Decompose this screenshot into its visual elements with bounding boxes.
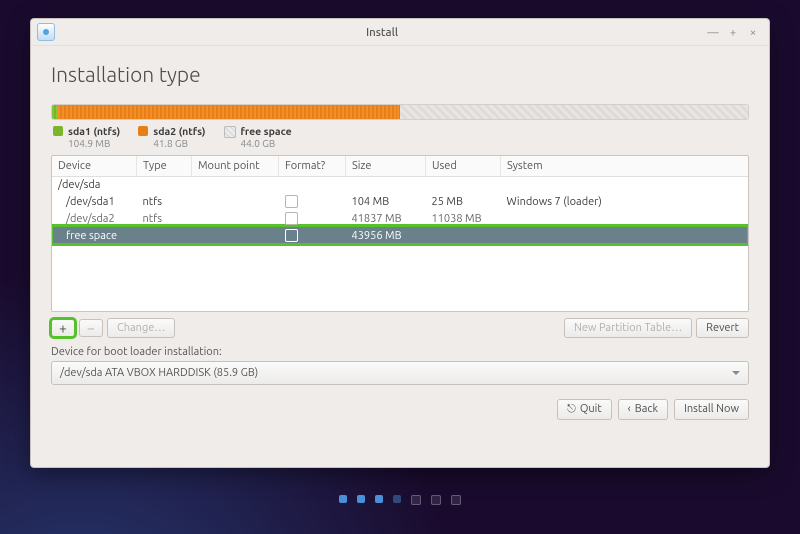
cell-device: /dev/sda2 (52, 210, 137, 226)
cell-system: Windows 7 (loader) (501, 193, 749, 210)
chevron-left-icon: ‹ (628, 403, 631, 415)
minimize-icon[interactable]: — (705, 26, 721, 39)
quit-button[interactable]: ⎋Quit (557, 399, 612, 420)
legend-size: 41.8 GB (153, 138, 188, 149)
column-header[interactable]: Mount point (192, 156, 279, 177)
maximize-icon[interactable]: + (725, 26, 741, 39)
format-checkbox[interactable] (285, 195, 298, 208)
cell-size: 104 MB (346, 193, 426, 210)
window-title: Install (61, 26, 703, 39)
partition-table: DeviceTypeMount pointFormat?SizeUsedSyst… (51, 155, 749, 312)
page-title: Installation type (51, 62, 749, 86)
column-header[interactable]: Used (426, 156, 501, 177)
legend-size: 104.9 MB (68, 138, 110, 149)
add-partition-button[interactable]: + (51, 319, 75, 337)
table-row[interactable]: free space 43956 MB (52, 226, 748, 244)
cell-size: 43956 MB (346, 226, 426, 244)
column-header[interactable]: Format? (279, 156, 346, 177)
cell-type (137, 226, 192, 244)
cell-system (501, 177, 749, 194)
cell-device: /dev/sda (52, 177, 137, 194)
app-icon (37, 23, 55, 41)
legend-item: free space44.0 GB (224, 125, 292, 149)
step-dot (411, 495, 421, 505)
format-checkbox[interactable] (285, 229, 298, 242)
step-dot (451, 495, 461, 505)
table-row[interactable]: /dev/sda1ntfs 104 MB25 MBWindows 7 (loade… (52, 193, 748, 210)
cell-used: 11038 MB (426, 210, 501, 226)
content: Installation type sda1 (ntfs)104.9 MBsda… (31, 46, 769, 467)
wizard-buttons: ⎋Quit ‹Back Install Now (51, 399, 749, 420)
titlebar: Install — + × (31, 19, 769, 46)
column-header[interactable]: Size (346, 156, 426, 177)
legend-swatch (53, 126, 63, 136)
remove-partition-button[interactable]: − (79, 319, 103, 337)
cell-type: ntfs (137, 210, 192, 226)
step-dot (431, 495, 441, 505)
column-header[interactable]: Type (137, 156, 192, 177)
cell-device: free space (52, 226, 137, 244)
cell-type: ntfs (137, 193, 192, 210)
cell-system (501, 210, 749, 226)
cell-mount (192, 226, 279, 244)
close-icon[interactable]: × (745, 26, 761, 39)
table-header-row: DeviceTypeMount pointFormat?SizeUsedSyst… (52, 156, 748, 177)
legend-swatch (138, 126, 148, 136)
table-body: /dev/sda/dev/sda1ntfs 104 MB25 MBWindows … (52, 177, 748, 245)
column-header[interactable]: Device (52, 156, 137, 177)
legend-label: sda2 (ntfs) (153, 125, 205, 137)
cell-format (279, 210, 346, 226)
install-window: Install — + × Installation type sda1 (nt… (30, 18, 770, 468)
table-row[interactable]: /dev/sda2ntfs 41837 MB11038 MB (52, 210, 748, 226)
bootloader-device-select[interactable]: /dev/sda ATA VBOX HARDDISK (85.9 GB) (51, 361, 749, 385)
cell-mount (192, 210, 279, 226)
progress-dots (31, 495, 769, 505)
legend-item: sda2 (ntfs)41.8 GB (138, 125, 205, 149)
cell-used (426, 226, 501, 244)
cell-used (426, 177, 501, 194)
step-dot (393, 495, 401, 503)
bootloader-device-value: /dev/sda ATA VBOX HARDDISK (85.9 GB) (60, 367, 258, 379)
cell-used: 25 MB (426, 193, 501, 210)
back-button[interactable]: ‹Back (618, 399, 668, 420)
legend-label: free space (241, 125, 292, 137)
legend-item: sda1 (ntfs)104.9 MB (53, 125, 120, 149)
new-partition-table-button[interactable]: New Partition Table… (564, 318, 692, 338)
cell-system (501, 226, 749, 244)
disk-legend: sda1 (ntfs)104.9 MB sda2 (ntfs)41.8 GB fre… (53, 125, 747, 149)
cell-format (279, 177, 346, 194)
cell-size (346, 177, 426, 194)
column-header[interactable]: System (501, 156, 749, 177)
partition-actions: + − Change… New Partition Table… Revert (51, 318, 749, 338)
disk-usage-bar (51, 104, 749, 120)
cell-format (279, 193, 346, 210)
cell-device: /dev/sda1 (52, 193, 137, 210)
step-dot (357, 495, 365, 503)
cell-mount (192, 193, 279, 210)
cell-type (137, 177, 192, 194)
install-now-button[interactable]: Install Now (674, 399, 749, 420)
usage-segment (58, 105, 397, 119)
cell-size: 41837 MB (346, 210, 426, 226)
step-dot (375, 495, 383, 503)
chevron-down-icon (732, 371, 740, 375)
legend-label: sda1 (ntfs) (68, 125, 120, 137)
step-dot (339, 495, 347, 503)
format-checkbox[interactable] (285, 212, 298, 225)
quit-icon: ⎋ (567, 403, 576, 415)
cell-mount (192, 177, 279, 194)
revert-button[interactable]: Revert (696, 318, 749, 338)
cell-format (279, 226, 346, 244)
bootloader-label: Device for boot loader installation: (51, 346, 749, 358)
usage-segment (400, 105, 748, 119)
change-partition-button[interactable]: Change… (107, 318, 175, 338)
legend-swatch (224, 126, 236, 138)
table-row[interactable]: /dev/sda (52, 177, 748, 194)
legend-size: 44.0 GB (241, 138, 276, 149)
